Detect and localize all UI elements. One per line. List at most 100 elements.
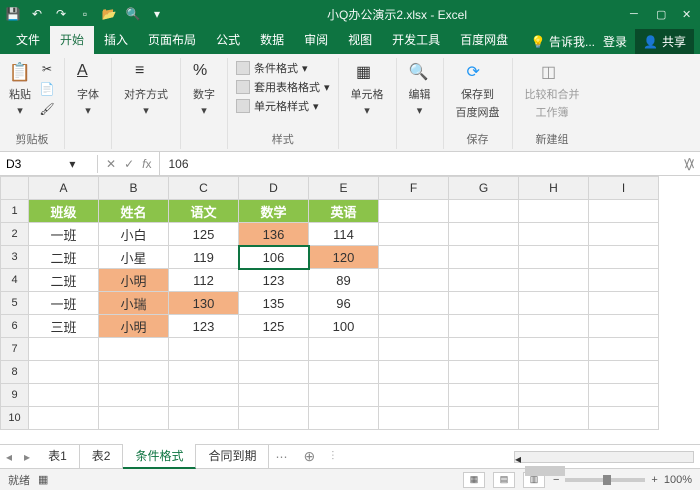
cell[interactable]: 106 — [239, 246, 309, 269]
name-box[interactable]: ▾ — [0, 155, 98, 173]
cell[interactable] — [519, 338, 589, 361]
tell-me[interactable]: 💡 告诉我... — [531, 33, 595, 50]
cell[interactable] — [449, 361, 519, 384]
cell[interactable]: 123 — [169, 315, 239, 338]
cell[interactable]: 89 — [309, 269, 379, 292]
worksheet-grid[interactable]: ABCDEFGHI1班级姓名语文数学英语2一班小白1251361143二班小星1… — [0, 176, 700, 444]
normal-view-icon[interactable]: ▦ — [463, 472, 485, 488]
ribbon-tab-7[interactable]: 视图 — [338, 26, 382, 54]
cell[interactable] — [379, 338, 449, 361]
cell[interactable]: 130 — [169, 292, 239, 315]
cell[interactable] — [449, 269, 519, 292]
row-header[interactable]: 4 — [1, 269, 29, 292]
cell[interactable]: 123 — [239, 269, 309, 292]
cell[interactable] — [379, 361, 449, 384]
cell[interactable] — [589, 338, 659, 361]
cell[interactable] — [169, 361, 239, 384]
cell[interactable] — [449, 292, 519, 315]
row-header[interactable]: 3 — [1, 246, 29, 269]
cell[interactable] — [589, 246, 659, 269]
row-header[interactable]: 5 — [1, 292, 29, 315]
cell[interactable] — [99, 384, 169, 407]
cell[interactable] — [309, 338, 379, 361]
sheet-tab-0[interactable]: 表1 — [36, 444, 80, 469]
redo-icon[interactable]: ↷ — [54, 7, 68, 21]
cell[interactable]: 136 — [239, 223, 309, 246]
sheet-nav-next-icon[interactable]: ▸ — [18, 450, 36, 464]
login-link[interactable]: 登录 — [603, 33, 627, 50]
cell[interactable] — [589, 315, 659, 338]
cell[interactable] — [99, 361, 169, 384]
cell[interactable] — [379, 200, 449, 223]
save-icon[interactable]: 💾 — [6, 7, 20, 21]
cell[interactable] — [589, 200, 659, 223]
col-header[interactable]: H — [519, 177, 589, 200]
cell[interactable] — [589, 269, 659, 292]
cell[interactable] — [449, 223, 519, 246]
cell[interactable]: 112 — [169, 269, 239, 292]
cell[interactable]: 三班 — [29, 315, 99, 338]
cell[interactable] — [99, 338, 169, 361]
zoom-in-icon[interactable]: + — [651, 474, 657, 486]
cell[interactable] — [519, 292, 589, 315]
cell[interactable]: 100 — [309, 315, 379, 338]
table-format-button[interactable]: 套用表格格式 ▾ — [236, 79, 330, 95]
ribbon-tab-4[interactable]: 公式 — [206, 26, 250, 54]
cell[interactable] — [29, 361, 99, 384]
cell[interactable] — [99, 407, 169, 430]
cell[interactable]: 114 — [309, 223, 379, 246]
cell[interactable] — [169, 384, 239, 407]
row-header[interactable]: 6 — [1, 315, 29, 338]
ribbon-tab-6[interactable]: 审阅 — [294, 26, 338, 54]
horizontal-scrollbar[interactable]: ◂ — [514, 451, 694, 463]
ribbon-tab-8[interactable]: 开发工具 — [382, 26, 450, 54]
cell[interactable] — [29, 384, 99, 407]
cell[interactable] — [379, 223, 449, 246]
add-sheet-icon[interactable]: ⊕ — [293, 448, 325, 465]
conditional-format-button[interactable]: 条件格式 ▾ — [236, 60, 330, 76]
ribbon-tab-9[interactable]: 百度网盘 — [450, 26, 518, 54]
col-header[interactable]: G — [449, 177, 519, 200]
cell[interactable] — [449, 407, 519, 430]
cell[interactable]: 语文 — [169, 200, 239, 223]
paste-button[interactable]: 📋 粘贴 ▾ — [8, 60, 32, 117]
compare-merge-button[interactable]: ◫比较和合并工作簿 — [521, 60, 584, 122]
formula-input[interactable]: 106 — [160, 155, 678, 173]
qat-dropdown-icon[interactable]: ▾ — [150, 7, 164, 21]
share-button[interactable]: 👤共享 — [635, 29, 694, 54]
cell[interactable] — [519, 384, 589, 407]
cells-button[interactable]: ▦单元格▾ — [347, 60, 388, 119]
col-header[interactable]: C — [169, 177, 239, 200]
cell[interactable]: 一班 — [29, 223, 99, 246]
ribbon-tab-0[interactable]: 文件 — [6, 26, 50, 54]
cell[interactable] — [449, 246, 519, 269]
copy-icon[interactable]: 📄 — [38, 80, 56, 98]
close-icon[interactable]: ✕ — [682, 8, 694, 20]
enter-icon[interactable]: ✓ — [124, 157, 134, 171]
row-header[interactable]: 9 — [1, 384, 29, 407]
cell[interactable]: 英语 — [309, 200, 379, 223]
cell[interactable]: 125 — [169, 223, 239, 246]
edit-button[interactable]: 🔍编辑▾ — [405, 60, 435, 119]
cell[interactable]: 二班 — [29, 246, 99, 269]
cut-icon[interactable]: ✂ — [38, 60, 56, 78]
fx-icon[interactable]: fx — [142, 157, 151, 171]
new-icon[interactable]: ▫ — [78, 7, 92, 21]
cell[interactable] — [239, 384, 309, 407]
cell[interactable]: 小明 — [99, 269, 169, 292]
row-header[interactable]: 7 — [1, 338, 29, 361]
cell[interactable]: 小白 — [99, 223, 169, 246]
cell[interactable]: 二班 — [29, 269, 99, 292]
cell[interactable] — [589, 292, 659, 315]
sheet-nav-prev-icon[interactable]: ◂ — [0, 450, 18, 464]
cell[interactable] — [589, 407, 659, 430]
cell[interactable]: 姓名 — [99, 200, 169, 223]
cell[interactable] — [519, 315, 589, 338]
cell[interactable]: 135 — [239, 292, 309, 315]
zoom-level[interactable]: 100% — [664, 474, 692, 486]
ribbon-tab-3[interactable]: 页面布局 — [138, 26, 206, 54]
cell[interactable] — [519, 246, 589, 269]
cell[interactable] — [239, 361, 309, 384]
align-button[interactable]: ≡对齐方式▾ — [120, 60, 172, 119]
macro-icon[interactable]: ▦ — [38, 473, 48, 486]
